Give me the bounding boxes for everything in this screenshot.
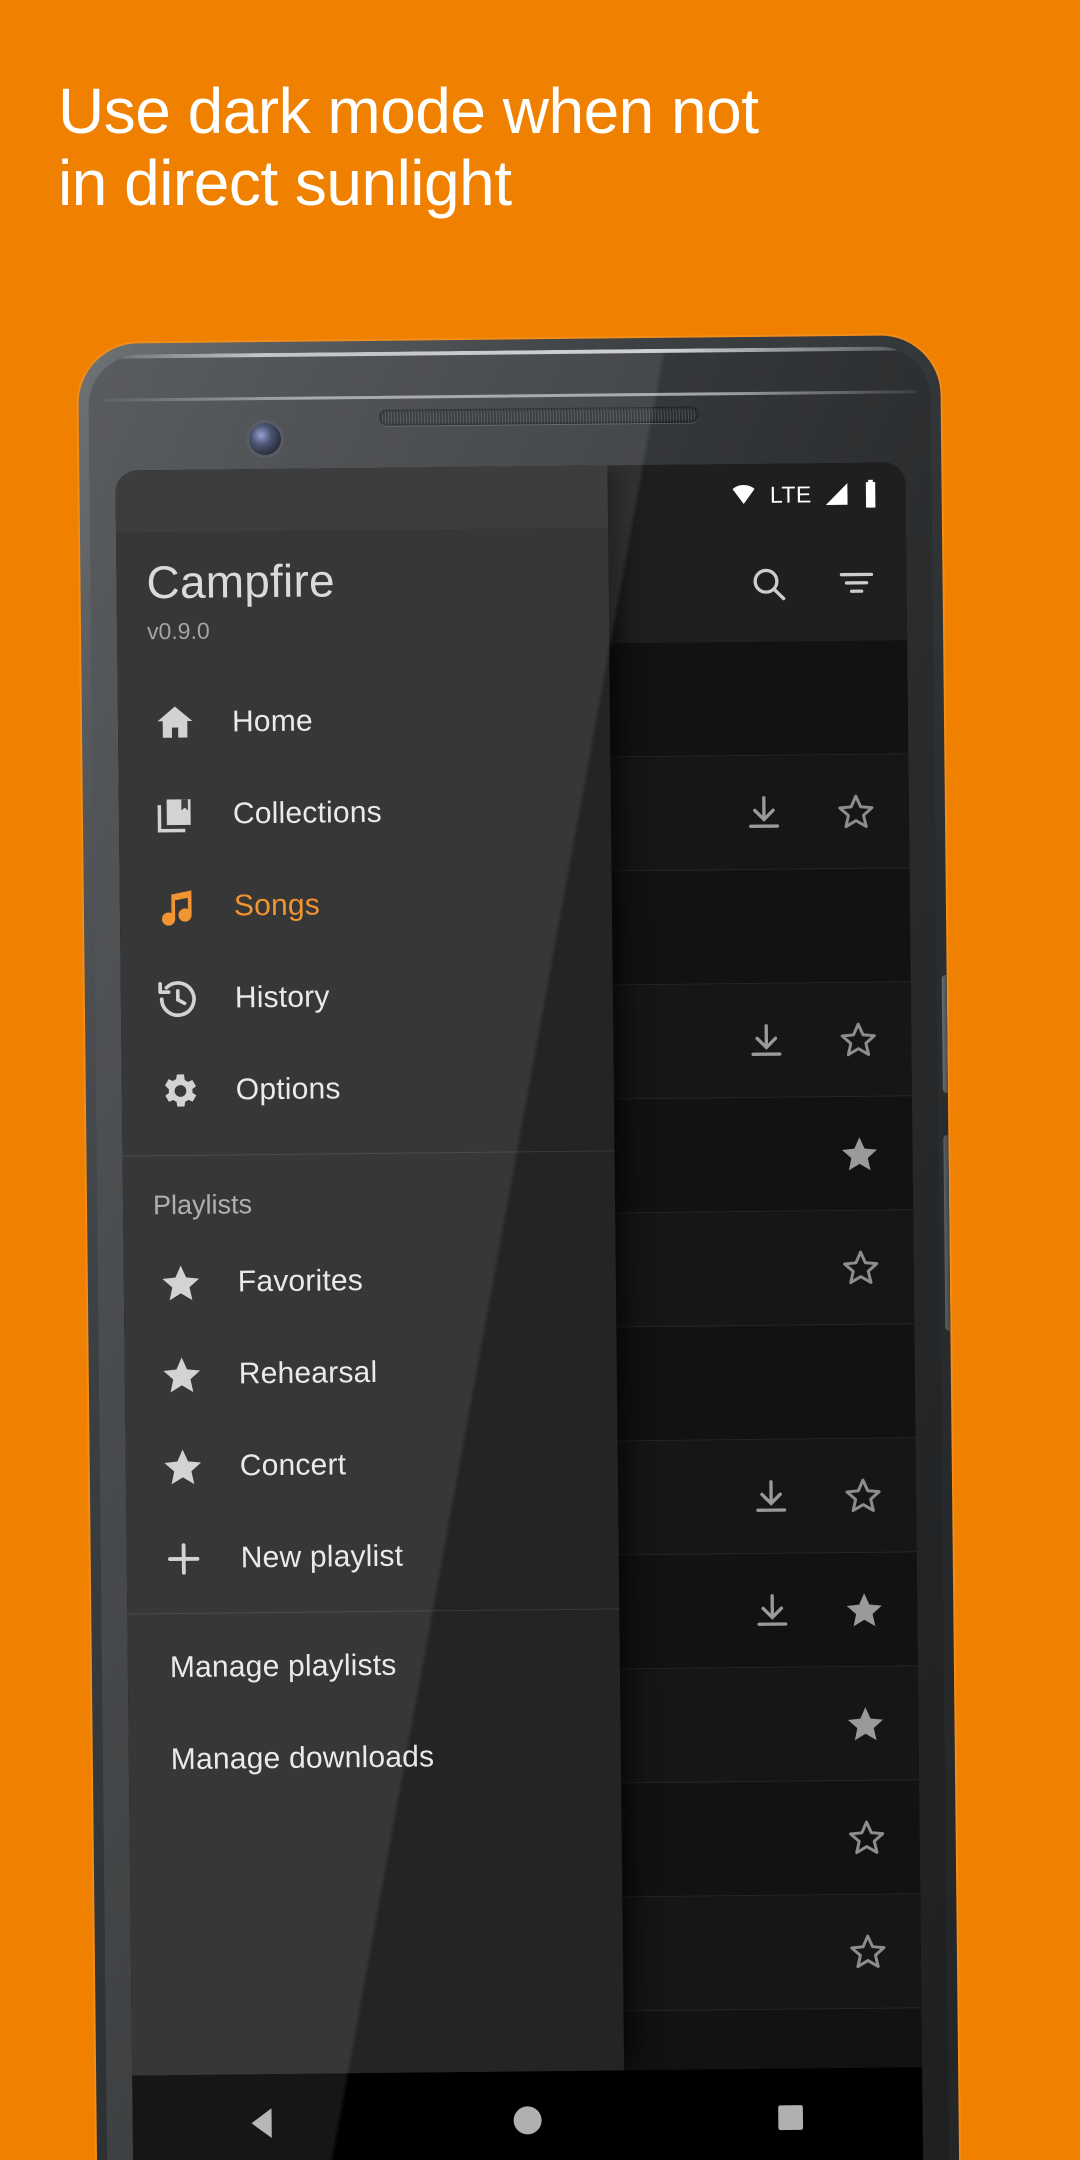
sidebar-item-favorites[interactable]: Favorites xyxy=(123,1233,616,1330)
drawer-header: Campfire v0.9.0 xyxy=(115,527,610,666)
gear-icon xyxy=(156,1068,202,1114)
signal-icon xyxy=(822,481,850,507)
star-icon xyxy=(160,1444,206,1490)
music-note-icon xyxy=(154,884,200,930)
battery-icon xyxy=(861,479,879,508)
star-outline-icon[interactable] xyxy=(843,1814,889,1860)
drawer-divider xyxy=(122,1150,615,1157)
star-outline-icon[interactable] xyxy=(833,788,879,834)
star-icon xyxy=(159,1352,205,1398)
drawer-divider-bottom xyxy=(127,1608,620,1615)
phone-screen: 9:00 LTE xyxy=(115,462,924,2160)
volume-button[interactable] xyxy=(943,1134,954,1331)
earpiece-speaker xyxy=(378,406,699,426)
star-icon[interactable] xyxy=(841,1586,887,1632)
drawer-main-section: Home Collections Songs History Options xyxy=(117,661,614,1148)
star-outline-icon[interactable] xyxy=(840,1472,886,1518)
app-version: v0.9.0 xyxy=(146,617,210,645)
playlists-section: Favorites Rehearsal Concert New playlist xyxy=(123,1233,619,1606)
download-icon[interactable] xyxy=(743,1017,789,1063)
home-icon xyxy=(152,700,198,746)
collections-icon xyxy=(153,792,199,838)
status-bar-icons: LTE xyxy=(729,479,880,510)
drawer-manage-section: Manage playlists Manage downloads xyxy=(127,1618,621,1807)
back-triangle-icon[interactable] xyxy=(218,2093,311,2154)
sidebar-item-label: Collections xyxy=(232,796,383,831)
sidebar-item-label: History xyxy=(234,980,330,1015)
android-navigation-bar xyxy=(132,2067,924,2160)
device-bezel: 9:00 LTE xyxy=(88,346,950,2160)
sidebar-item-label: Options xyxy=(235,1072,341,1107)
front-camera-icon xyxy=(248,422,282,456)
sidebar-item-label: Favorites xyxy=(237,1264,364,1299)
download-icon[interactable] xyxy=(749,1587,795,1633)
bezel-highlight-inner xyxy=(102,390,917,402)
playlists-section-title: Playlists xyxy=(152,1189,253,1221)
sidebar-item-label: Home xyxy=(231,704,313,739)
star-icon[interactable] xyxy=(842,1700,888,1746)
star-outline-icon[interactable] xyxy=(837,1244,883,1290)
sidebar-item-rehearsal[interactable]: Rehearsal xyxy=(124,1325,617,1422)
sidebar-item-songs[interactable]: Songs xyxy=(119,857,612,954)
star-outline-icon[interactable] xyxy=(835,1016,881,1062)
sidebar-item-label: New playlist xyxy=(240,1539,404,1575)
plus-icon xyxy=(160,1536,206,1582)
home-circle-icon[interactable] xyxy=(481,2090,574,2151)
headline-line-2: in direct sunlight xyxy=(58,146,512,219)
sidebar-item-label: Rehearsal xyxy=(238,1356,378,1391)
sidebar-item-manage-playlists[interactable]: Manage playlists xyxy=(127,1618,620,1715)
history-icon xyxy=(155,976,201,1022)
star-icon xyxy=(158,1260,204,1306)
power-button[interactable] xyxy=(941,974,951,1093)
recents-square-icon[interactable] xyxy=(745,2087,838,2148)
sidebar-item-home[interactable]: Home xyxy=(117,673,610,770)
sidebar-item-options[interactable]: Options xyxy=(121,1041,614,1138)
wifi-icon xyxy=(729,483,759,507)
sidebar-item-label: Concert xyxy=(239,1448,347,1483)
star-icon[interactable] xyxy=(836,1130,882,1176)
app-name: Campfire xyxy=(146,554,335,609)
download-icon[interactable] xyxy=(741,789,787,835)
filter-icon[interactable] xyxy=(834,561,878,605)
sidebar-item-history[interactable]: History xyxy=(120,949,613,1046)
sidebar-item-label: Manage playlists xyxy=(169,1649,397,1685)
phone-device-mockup: 9:00 LTE xyxy=(78,334,960,2160)
sidebar-item-manage-downloads[interactable]: Manage downloads xyxy=(128,1710,621,1807)
bezel-highlight xyxy=(88,346,931,359)
download-icon[interactable] xyxy=(748,1473,794,1519)
sidebar-item-concert[interactable]: Concert xyxy=(125,1417,618,1514)
star-outline-icon[interactable] xyxy=(845,1928,891,1974)
sidebar-item-collections[interactable]: Collections xyxy=(118,765,611,862)
search-icon[interactable] xyxy=(746,562,790,606)
navigation-drawer: Campfire v0.9.0 Home Collections Songs H… xyxy=(115,465,625,2076)
headline-line-1: Use dark mode when not xyxy=(58,75,759,147)
sidebar-item-label: Songs xyxy=(233,888,321,923)
network-type-label: LTE xyxy=(769,480,812,508)
sidebar-item-label: Manage downloads xyxy=(170,1740,435,1777)
sidebar-item-new-playlist[interactable]: New playlist xyxy=(126,1509,619,1606)
drawer-status-spacer xyxy=(115,465,608,533)
promo-headline: Use dark mode when not in direct sunligh… xyxy=(58,75,988,219)
